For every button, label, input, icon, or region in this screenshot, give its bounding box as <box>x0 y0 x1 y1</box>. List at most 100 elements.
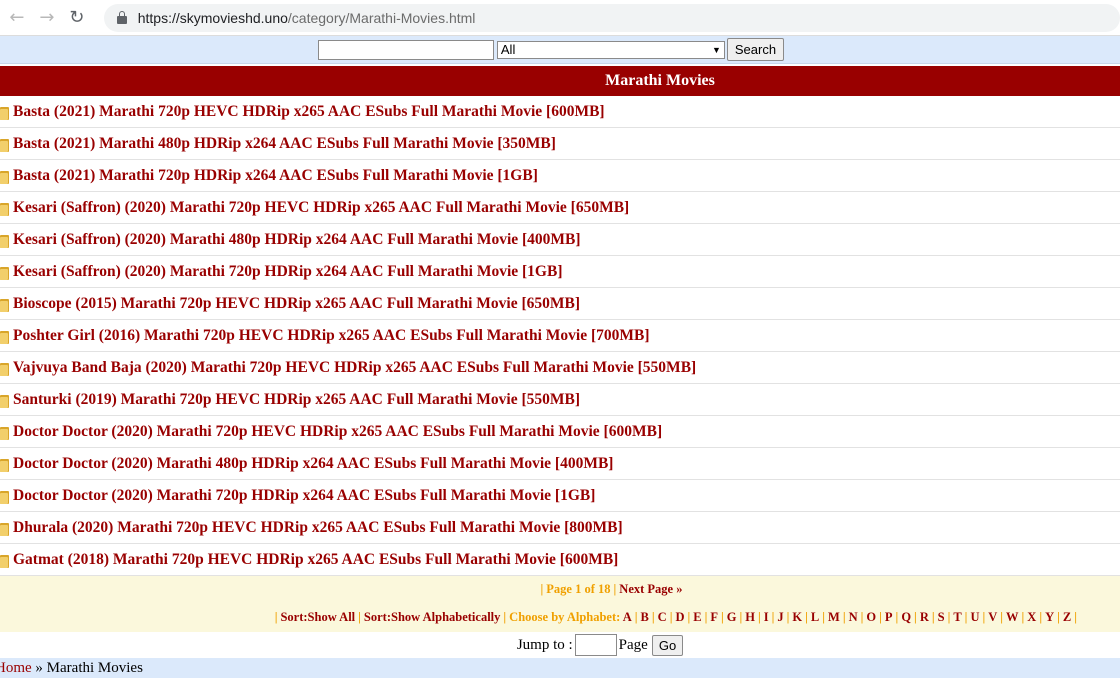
letter-link[interactable]: L <box>811 610 819 624</box>
movie-link[interactable]: Dhurala (2020) Marathi 720p HEVC HDRip x… <box>13 519 623 537</box>
letter-link[interactable]: G <box>727 610 737 624</box>
go-button[interactable]: Go <box>651 634 684 656</box>
search-button[interactable]: Search <box>726 38 785 61</box>
browser-toolbar: ← → ↻ https://skymovieshd.uno/category/M… <box>0 0 1120 36</box>
category-select[interactable]: All ▼ <box>496 40 725 59</box>
next-page-link[interactable]: Next Page » <box>619 582 682 596</box>
movie-link[interactable]: Doctor Doctor (2020) Marathi 480p HDRip … <box>13 455 613 473</box>
jump-label: Jump to : <box>516 636 573 653</box>
page-info: Page 1 of 18 <box>546 582 611 596</box>
list-item: Doctor Doctor (2020) Marathi 480p HDRip … <box>0 448 1120 480</box>
list-item: Kesari (Saffron) (2020) Marathi 480p HDR… <box>0 224 1120 256</box>
letter-link[interactable]: X <box>1027 610 1036 624</box>
folder-icon <box>0 264 9 280</box>
movie-link[interactable]: Doctor Doctor (2020) Marathi 720p HDRip … <box>13 487 595 505</box>
sort-show-all-link[interactable]: Sort:Show All <box>280 610 355 624</box>
folder-icon <box>0 104 9 120</box>
list-item: Bioscope (2015) Marathi 720p HEVC HDRip … <box>0 288 1120 320</box>
movie-link[interactable]: Vajvuya Band Baja (2020) Marathi 720p HE… <box>13 359 696 377</box>
list-item: Doctor Doctor (2020) Marathi 720p HDRip … <box>0 480 1120 512</box>
letter-link[interactable]: I <box>764 610 769 624</box>
movie-link[interactable]: Santurki (2019) Marathi 720p HEVC HDRip … <box>13 391 580 409</box>
folder-icon <box>0 488 9 504</box>
movie-link[interactable]: Gatmat (2018) Marathi 720p HEVC HDRip x2… <box>13 551 618 569</box>
alphabet-nav: | Sort:Show All | Sort:Show Alphabetically |… <box>274 610 1077 624</box>
folder-icon <box>0 232 9 248</box>
letter-link[interactable]: U <box>970 610 979 624</box>
category-select-value: All <box>500 42 516 57</box>
movie-link[interactable]: Kesari (Saffron) (2020) Marathi 720p HDR… <box>13 263 563 281</box>
list-item: Basta (2021) Marathi 480p HDRip x264 AAC… <box>0 128 1120 160</box>
list-item: Santurki (2019) Marathi 720p HEVC HDRip … <box>0 384 1120 416</box>
movie-link[interactable]: Basta (2021) Marathi 720p HDRip x264 AAC… <box>13 167 538 185</box>
movie-link[interactable]: Kesari (Saffron) (2020) Marathi 480p HDR… <box>13 231 581 249</box>
page-nav: | Page 1 of 18 | Next Page » <box>540 582 683 596</box>
letter-link[interactable]: O <box>866 610 876 624</box>
letter-link[interactable]: T <box>953 610 961 624</box>
breadcrumb-home-link[interactable]: Home <box>0 660 32 677</box>
lock-icon <box>116 10 128 25</box>
letter-link[interactable]: Y <box>1045 610 1054 624</box>
letter-link[interactable]: V <box>988 610 997 624</box>
letter-link[interactable]: Q <box>901 610 911 624</box>
breadcrumb-separator: » <box>35 659 43 676</box>
movie-link[interactable]: Basta (2021) Marathi 720p HEVC HDRip x26… <box>13 103 605 121</box>
letter-link[interactable]: B <box>641 610 649 624</box>
breadcrumb: Home » Marathi Movies <box>0 658 1120 678</box>
folder-icon <box>0 520 9 536</box>
movie-link[interactable]: Doctor Doctor (2020) Marathi 720p HEVC H… <box>13 423 662 441</box>
movie-link[interactable]: Poshter Girl (2016) Marathi 720p HEVC HD… <box>13 327 650 345</box>
letter-link[interactable]: K <box>792 610 802 624</box>
search-input[interactable] <box>317 39 494 60</box>
letter-link[interactable]: Z <box>1063 610 1071 624</box>
movie-list: Basta (2021) Marathi 720p HEVC HDRip x26… <box>0 96 1120 576</box>
movie-link[interactable]: Bioscope (2015) Marathi 720p HEVC HDRip … <box>13 295 580 313</box>
letter-link[interactable]: J <box>777 610 783 624</box>
letter-link[interactable]: H <box>745 610 755 624</box>
folder-icon <box>0 552 9 568</box>
address-bar[interactable]: https://skymovieshd.uno/category/Marathi… <box>103 3 1120 32</box>
search-bar: All ▼ Search <box>0 36 1120 64</box>
folder-icon <box>0 200 9 216</box>
reload-icon[interactable]: ↻ <box>64 5 90 31</box>
list-item: Gatmat (2018) Marathi 720p HEVC HDRip x2… <box>0 544 1120 576</box>
url-path: /category/Marathi-Movies.html <box>287 9 476 26</box>
choose-alphabet-label: Choose by Alphabet: <box>509 610 621 624</box>
letter-link[interactable]: A <box>623 610 632 624</box>
letter-link[interactable]: M <box>828 610 840 624</box>
dropdown-arrow-icon: ▼ <box>711 44 721 55</box>
list-item: Basta (2021) Marathi 720p HDRip x264 AAC… <box>0 160 1120 192</box>
letter-link[interactable]: E <box>693 610 701 624</box>
list-item: Kesari (Saffron) (2020) Marathi 720p HDR… <box>0 256 1120 288</box>
breadcrumb-current: Marathi Movies <box>46 659 143 676</box>
folder-icon <box>0 296 9 312</box>
list-item: Dhurala (2020) Marathi 720p HEVC HDRip x… <box>0 512 1120 544</box>
folder-icon <box>0 392 9 408</box>
movie-link[interactable]: Kesari (Saffron) (2020) Marathi 720p HEV… <box>13 199 629 217</box>
letter-link[interactable]: C <box>658 610 667 624</box>
list-item: Basta (2021) Marathi 720p HEVC HDRip x26… <box>0 96 1120 128</box>
letter-link[interactable]: S <box>938 610 945 624</box>
folder-icon <box>0 424 9 440</box>
folder-icon <box>0 360 9 376</box>
list-item: Poshter Girl (2016) Marathi 720p HEVC HD… <box>0 320 1120 352</box>
jump-to-page: Jump to : Page Go <box>0 632 1120 658</box>
list-item: Kesari (Saffron) (2020) Marathi 720p HEV… <box>0 192 1120 224</box>
letter-link[interactable]: D <box>675 610 684 624</box>
list-item: Doctor Doctor (2020) Marathi 720p HEVC H… <box>0 416 1120 448</box>
movie-link[interactable]: Basta (2021) Marathi 480p HDRip x264 AAC… <box>13 135 556 153</box>
letter-link[interactable]: P <box>885 610 893 624</box>
letter-link[interactable]: W <box>1006 610 1019 624</box>
folder-icon <box>0 168 9 184</box>
letter-link[interactable]: N <box>849 610 858 624</box>
folder-icon <box>0 136 9 152</box>
page-label: Page <box>618 636 648 653</box>
sort-alphabetical-link[interactable]: Sort:Show Alphabetically <box>364 610 500 624</box>
page-number-input[interactable] <box>574 634 617 656</box>
letter-link[interactable]: R <box>920 610 929 624</box>
page-title: Marathi Movies <box>0 66 1120 96</box>
folder-icon <box>0 456 9 472</box>
letter-link[interactable]: F <box>710 610 718 624</box>
back-arrow-icon[interactable]: ← <box>4 5 30 31</box>
forward-arrow-icon[interactable]: → <box>34 5 60 31</box>
